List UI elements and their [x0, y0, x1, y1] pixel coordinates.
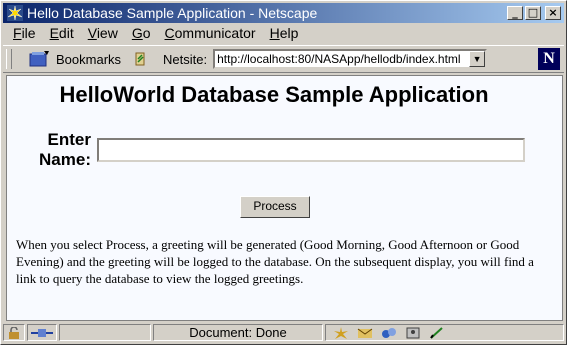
- url-dropdown-arrow-icon[interactable]: ▼: [469, 51, 486, 67]
- menu-go[interactable]: Go: [132, 25, 151, 41]
- browser-window: Hello Database Sample Application - Nets…: [0, 0, 567, 345]
- menu-accelerator-key: V: [87, 25, 97, 41]
- name-label-line1: Enter: [47, 130, 91, 149]
- mail-icon[interactable]: [356, 326, 374, 340]
- minimize-button[interactable]: _: [507, 6, 523, 20]
- status-text: Document: Done: [153, 324, 323, 341]
- menu-accelerator-key: G: [131, 25, 143, 41]
- menu-file[interactable]: File: [13, 25, 36, 41]
- page-content: HelloWorld Database Sample Application E…: [6, 75, 563, 321]
- process-button[interactable]: Process: [240, 196, 310, 218]
- navigator-icon[interactable]: [332, 326, 350, 340]
- netscape-app-icon: [7, 5, 23, 21]
- bookmarks-label[interactable]: Bookmarks: [56, 52, 121, 67]
- address-book-icon[interactable]: [404, 326, 422, 340]
- title-bar[interactable]: Hello Database Sample Application - Nets…: [3, 3, 564, 23]
- composer-icon[interactable]: [428, 326, 446, 340]
- menu-accelerator-key: C: [164, 25, 175, 41]
- menu-communicator[interactable]: Communicator: [165, 25, 256, 41]
- menu-accelerator-key: F: [13, 25, 22, 41]
- page-title: HelloWorld Database Sample Application: [59, 82, 489, 107]
- menu-accelerator-key: E: [49, 25, 59, 41]
- menu-accelerator-key: H: [269, 25, 280, 41]
- toolbar-grip[interactable]: [6, 49, 12, 69]
- window-title: Hello Database Sample Application - Nets…: [27, 5, 318, 21]
- newsgroups-icon[interactable]: [380, 326, 398, 340]
- progress-bar: [59, 324, 151, 341]
- name-input[interactable]: [97, 138, 525, 162]
- name-label: Enter Name:: [27, 130, 91, 170]
- menu-help[interactable]: Help: [270, 25, 299, 41]
- maximize-button[interactable]: □: [525, 6, 541, 20]
- page-proxy-icon[interactable]: [133, 51, 147, 67]
- menu-view[interactable]: View: [88, 25, 118, 41]
- name-label-line2: Name:: [39, 150, 91, 169]
- netsite-label: Netsite:: [163, 51, 208, 67]
- url-text: http://localhost:80/NASApp/hellodb/index…: [217, 52, 461, 66]
- bookmarks-icon[interactable]: [28, 50, 50, 68]
- menu-bar: File Edit View Go Communicator Help: [3, 24, 564, 42]
- security-lock-icon[interactable]: [3, 324, 25, 341]
- component-bar: [325, 324, 564, 341]
- netscape-logo[interactable]: N: [538, 48, 560, 70]
- connection-icon: [27, 324, 57, 341]
- description-text: When you select Process, a greeting will…: [16, 237, 534, 286]
- location-toolbar: Bookmarks Netsite: http://localhost:80/N…: [3, 45, 564, 73]
- menu-edit[interactable]: Edit: [50, 25, 74, 41]
- status-bar: Document: Done: [3, 323, 564, 342]
- close-button[interactable]: ×: [545, 6, 561, 20]
- url-input[interactable]: http://localhost:80/NASApp/hellodb/index…: [213, 49, 488, 69]
